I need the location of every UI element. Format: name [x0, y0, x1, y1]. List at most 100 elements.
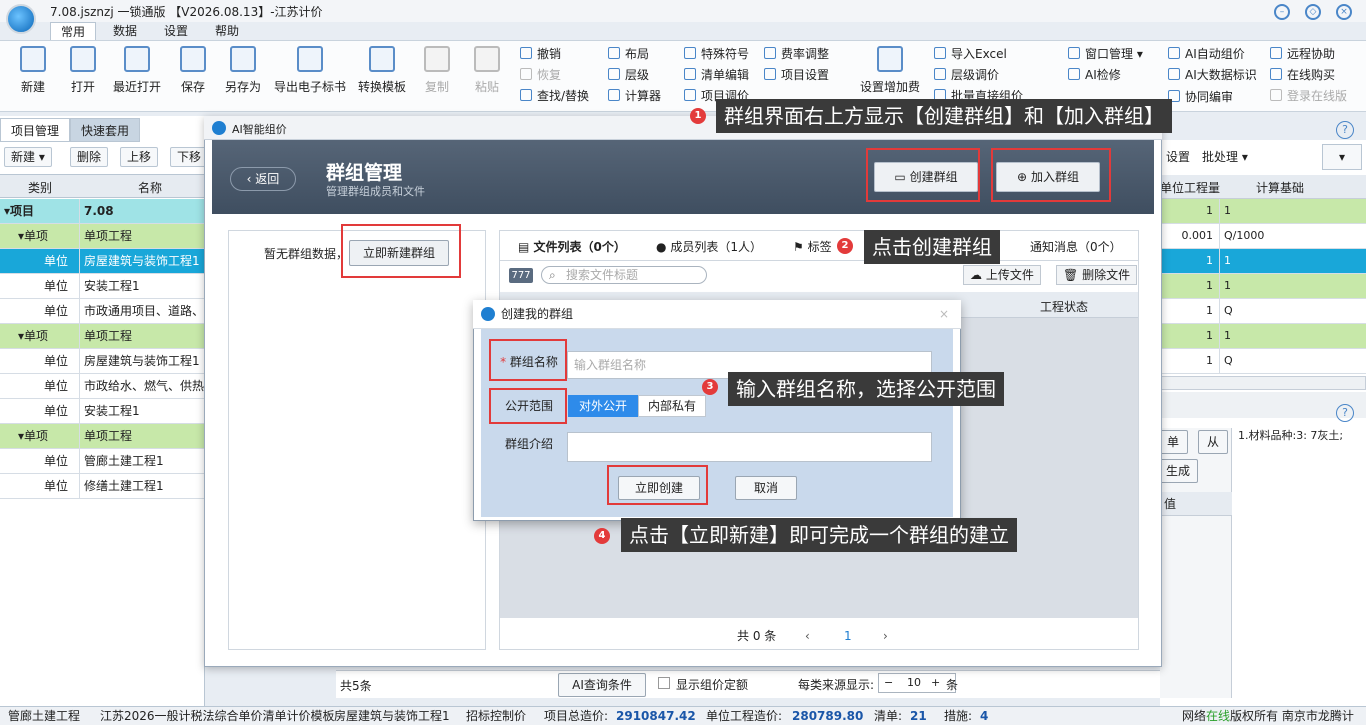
- ai-check-button[interactable]: AI检修: [1068, 66, 1121, 84]
- lower-btn-3[interactable]: 生成: [1158, 459, 1198, 483]
- open-button[interactable]: 打开: [60, 46, 106, 95]
- tree-row[interactable]: 单位 修缮土建工程1: [0, 474, 205, 499]
- grid-dropdown-button[interactable]: ▾: [1322, 144, 1362, 170]
- layout-button[interactable]: 布局: [608, 45, 649, 63]
- lower-btn-2[interactable]: 从: [1198, 430, 1228, 454]
- callout-1: 群组界面右上方显示【创建群组】和【加入群组】: [716, 99, 1172, 133]
- set-add-fee-button[interactable]: 设置增加费: [858, 46, 922, 95]
- copy-button[interactable]: 复制: [414, 46, 460, 95]
- grid-settings-button[interactable]: 设置: [1166, 148, 1190, 166]
- pager-prev-icon[interactable]: ‹: [805, 624, 810, 648]
- import-excel-button[interactable]: 导入Excel: [934, 45, 1007, 63]
- list-edit-button[interactable]: 清单编辑: [684, 66, 749, 84]
- convert-template-button[interactable]: 转换模板: [354, 46, 410, 95]
- save-button[interactable]: 保存: [170, 46, 216, 95]
- create-now-button[interactable]: 立即创建: [618, 476, 700, 500]
- tab-file-list[interactable]: ▤ 文件列表（0个）: [518, 236, 626, 258]
- export-bid-button[interactable]: 导出电子标书: [270, 46, 350, 95]
- table-row[interactable]: 11: [1160, 324, 1366, 349]
- new-group-button[interactable]: 立即新建群组: [349, 240, 449, 266]
- horizontal-scrollbar[interactable]: [1160, 376, 1366, 390]
- scope-public-option[interactable]: 对外公开: [568, 395, 638, 417]
- tree-row[interactable]: ▾单项 单项工程: [0, 224, 205, 249]
- save-as-button[interactable]: 另存为: [220, 46, 266, 95]
- tree-move-down-button[interactable]: 下移: [170, 147, 209, 167]
- tree-row[interactable]: ▾单项 单项工程: [0, 324, 205, 349]
- co-review-button[interactable]: 协同编审: [1168, 88, 1233, 106]
- save-icon: [180, 46, 206, 72]
- tree-row[interactable]: 单位 市政给水、燃气、供热: [0, 374, 205, 399]
- window-manage-button[interactable]: 窗口管理 ▾: [1068, 45, 1143, 63]
- file-search-input[interactable]: ⌕ 搜索文件标题: [541, 266, 707, 284]
- per-source-stepper[interactable]: − 10 +: [878, 673, 956, 693]
- upload-file-button[interactable]: ☁ 上传文件: [963, 265, 1041, 285]
- per-source-unit: 条: [946, 678, 959, 692]
- calculator-button[interactable]: 计算器: [608, 87, 661, 105]
- find-replace-button[interactable]: 查找/替换: [520, 87, 589, 105]
- minus-icon[interactable]: −: [884, 674, 893, 692]
- tree-delete-button[interactable]: 删除: [70, 147, 109, 167]
- remote-assist-button[interactable]: 远程协助: [1270, 45, 1335, 63]
- tab-quick-apply[interactable]: 快速套用: [70, 118, 141, 142]
- menu-tab-common[interactable]: 常用: [50, 22, 97, 40]
- menu-tab-data[interactable]: 数据: [103, 22, 147, 40]
- recent-open-button[interactable]: 最近打开: [110, 46, 164, 95]
- delete-file-button[interactable]: 🗑 删除文件: [1056, 265, 1138, 285]
- tab-notifications[interactable]: 通知消息（0个）: [1030, 236, 1122, 258]
- menu-tab-settings[interactable]: 设置: [154, 22, 198, 40]
- new-button[interactable]: 新建: [10, 46, 56, 95]
- grid-batch-button[interactable]: 批处理 ▾: [1202, 148, 1248, 166]
- tree-row[interactable]: 单位 安装工程1: [0, 399, 205, 424]
- table-row[interactable]: 11: [1160, 249, 1366, 274]
- tree-row[interactable]: 单位 安装工程1: [0, 274, 205, 299]
- tree-move-up-button[interactable]: 上移: [120, 147, 159, 167]
- tree-row[interactable]: ▾单项 单项工程: [0, 424, 205, 449]
- pager-next-icon[interactable]: ›: [883, 624, 888, 648]
- online-login-button[interactable]: 登录在线版: [1270, 87, 1347, 105]
- table-row[interactable]: 1Q: [1160, 349, 1366, 374]
- menu-tab-help[interactable]: 帮助: [205, 22, 249, 40]
- tree-row[interactable]: 单位 管廊土建工程1: [0, 449, 205, 474]
- online-buy-button[interactable]: 在线购买: [1270, 66, 1335, 84]
- tree-row-project[interactable]: ▾项目 7.08: [0, 199, 205, 224]
- pager-current[interactable]: 1: [844, 624, 852, 648]
- ai-query-button[interactable]: AI查询条件: [558, 673, 646, 697]
- paste-button[interactable]: 粘贴: [464, 46, 510, 95]
- table-row[interactable]: 11: [1160, 274, 1366, 299]
- show-quota-checkbox[interactable]: [658, 677, 670, 689]
- join-group-button[interactable]: ⊕ 加入群组: [996, 162, 1100, 192]
- restore-icon[interactable]: ◇: [1305, 4, 1321, 20]
- special-symbol-button[interactable]: 特殊符号: [684, 45, 749, 63]
- dialog-close-icon[interactable]: ×: [939, 300, 949, 328]
- level-button[interactable]: 层级: [608, 66, 649, 84]
- scope-private-option[interactable]: 内部私有: [638, 395, 706, 417]
- rate-adjust-button[interactable]: 费率调整: [764, 45, 829, 63]
- tree-row[interactable]: 单位 市政通用项目、道路、: [0, 299, 205, 324]
- app-logo-icon[interactable]: [6, 4, 36, 34]
- tab-project-manage[interactable]: 项目管理: [0, 118, 71, 142]
- help-icon[interactable]: ?: [1336, 404, 1354, 422]
- tree-new-button[interactable]: 新建 ▾: [4, 147, 52, 167]
- table-row[interactable]: 0.001 Q/1000: [1160, 224, 1366, 249]
- group-intro-textarea[interactable]: [567, 432, 932, 462]
- table-row[interactable]: 1Q: [1160, 299, 1366, 324]
- cancel-button[interactable]: 取消: [735, 476, 797, 500]
- minimize-icon[interactable]: –: [1274, 4, 1290, 20]
- help-icon[interactable]: ?: [1336, 121, 1354, 139]
- ai-auto-price-button[interactable]: AI自动组价: [1168, 45, 1245, 63]
- ai-bigdata-mark-button[interactable]: AI大数据标识: [1168, 66, 1257, 84]
- tab-member-list[interactable]: ● 成员列表（1人）: [656, 236, 762, 258]
- plus-icon[interactable]: +: [931, 674, 940, 692]
- close-icon[interactable]: ×: [1336, 4, 1352, 20]
- lower-btn-1[interactable]: 单: [1158, 430, 1188, 454]
- create-group-button[interactable]: ▭ 创建群组: [874, 162, 978, 192]
- level-price-adjust-button[interactable]: 层级调价: [934, 66, 999, 84]
- undo-button[interactable]: 撤销: [520, 45, 561, 63]
- table-row[interactable]: 11: [1160, 199, 1366, 224]
- tab-tags[interactable]: ⚑ 标签: [793, 236, 832, 258]
- tree-row[interactable]: 单位 房屋建筑与装饰工程1: [0, 349, 205, 374]
- back-button[interactable]: ‹ 返回: [230, 167, 296, 191]
- project-settings-button[interactable]: 项目设置: [764, 66, 829, 84]
- redo-button[interactable]: 恢复: [520, 66, 561, 84]
- tree-row-selected[interactable]: 单位 房屋建筑与装饰工程1: [0, 249, 205, 274]
